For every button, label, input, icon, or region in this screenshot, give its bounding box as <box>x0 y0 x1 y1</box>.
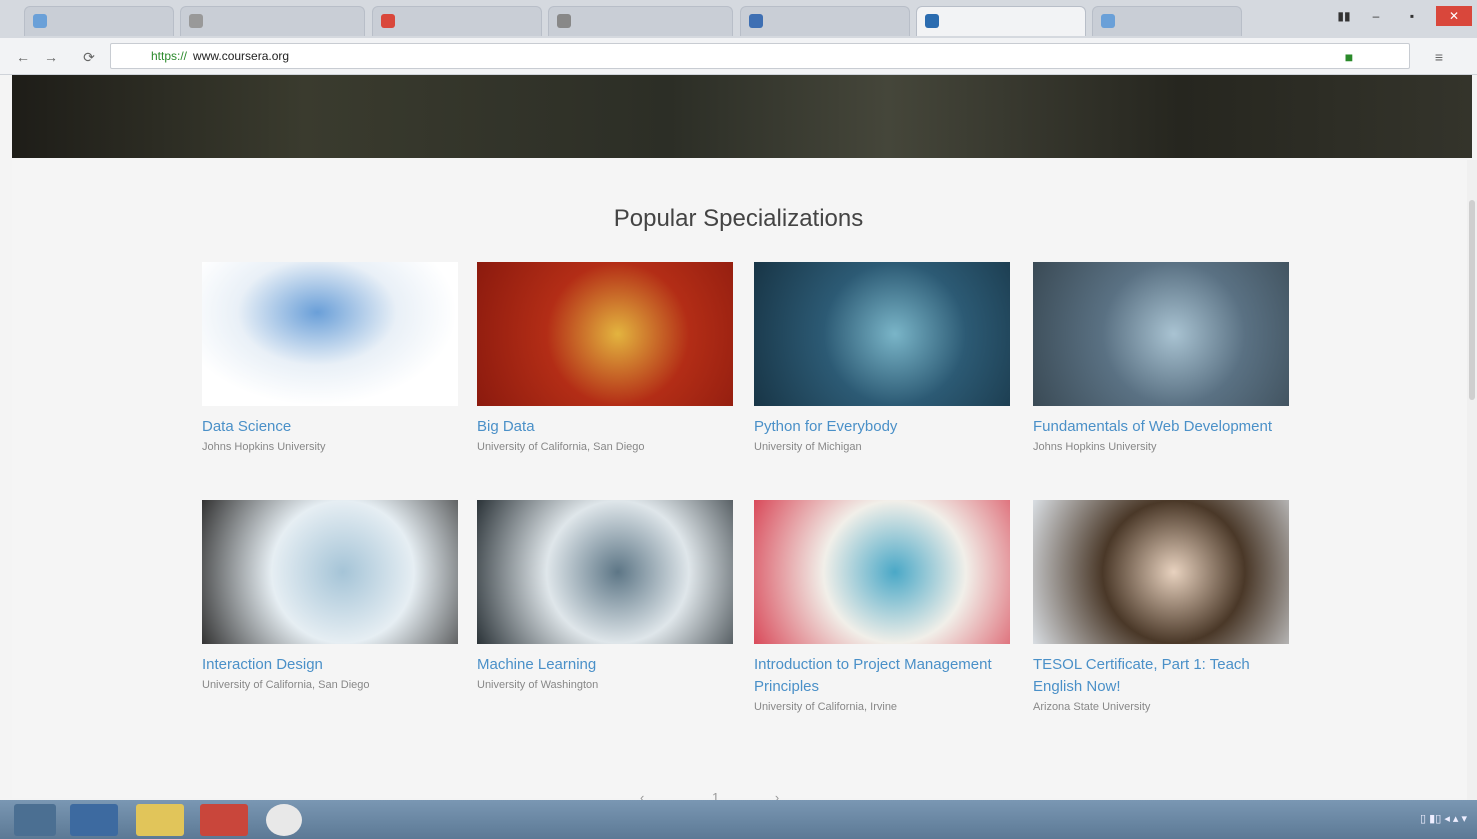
chrome-icon[interactable] <box>266 804 302 836</box>
favicon-icon <box>557 14 571 28</box>
card-image[interactable] <box>477 262 733 406</box>
card-title[interactable]: Big Data <box>477 416 733 438</box>
taskbar-app[interactable] <box>70 804 118 836</box>
card-title[interactable]: Data Science <box>202 416 458 438</box>
card-image[interactable] <box>477 500 733 644</box>
browser-tab[interactable] <box>740 6 910 36</box>
card-title[interactable]: TESOL Certificate, Part 1: Teach English… <box>1033 654 1289 698</box>
url-scheme: https:// <box>151 49 188 63</box>
browser-tab[interactable] <box>1092 6 1242 36</box>
system-tray[interactable]: ▯ ▮▯ ◂ ▴ ▾ <box>1420 812 1467 825</box>
card-subtitle: University of California, San Diego <box>202 679 370 691</box>
card-image[interactable] <box>202 262 458 406</box>
specialization-card[interactable]: Machine Learning University of Washington <box>477 500 733 691</box>
browser-tab[interactable] <box>548 6 733 36</box>
card-subtitle: Arizona State University <box>1033 701 1151 713</box>
card-image[interactable] <box>1033 500 1289 644</box>
user-icon[interactable]: ▮▮ <box>1330 6 1358 26</box>
favicon-icon <box>189 14 203 28</box>
card-image[interactable] <box>754 262 1010 406</box>
specialization-card[interactable]: Fundamentals of Web Development Johns Hop… <box>1033 262 1289 453</box>
breadcrumb <box>12 105 1472 120</box>
specialization-card[interactable]: Data Science Johns Hopkins University <box>202 262 458 453</box>
card-subtitle: University of California, San Diego <box>477 441 645 453</box>
taskbar-app[interactable] <box>200 804 248 836</box>
menu-icon[interactable]: ≡ <box>1430 48 1448 66</box>
reload-icon[interactable]: ⟳ <box>80 48 98 66</box>
card-subtitle: University of Washington <box>477 679 599 691</box>
card-subtitle: University of California, Irvine <box>754 701 898 713</box>
card-subtitle: Johns Hopkins University <box>202 441 326 453</box>
specialization-card[interactable]: Big Data University of California, San Di… <box>477 262 733 453</box>
new-tab-button[interactable] <box>1248 6 1308 36</box>
card-subtitle: University of Michigan <box>754 441 862 453</box>
maximize-icon[interactable]: ▪ <box>1398 6 1426 26</box>
url-host: www.coursera.org <box>193 49 290 63</box>
card-subtitle: Johns Hopkins University <box>1033 441 1157 453</box>
browser-toolbar: ← → ⟳ https:// www.coursera.org ■ ≡ <box>0 38 1477 75</box>
specialization-card[interactable]: Interaction Design University of Californ… <box>202 500 458 691</box>
favicon-icon <box>925 14 939 28</box>
favicon-icon <box>1101 14 1115 28</box>
browser-tab[interactable] <box>24 6 174 36</box>
specialization-card[interactable]: TESOL Certificate, Part 1: Teach English… <box>1033 500 1289 713</box>
favicon-icon <box>381 14 395 28</box>
scrollbar[interactable] <box>1467 160 1477 800</box>
address-bar[interactable]: https:// www.coursera.org <box>110 43 1410 69</box>
extension-icon[interactable]: ■ <box>1340 48 1358 66</box>
hero-banner <box>12 75 1472 158</box>
browser-tab[interactable] <box>180 6 365 36</box>
browser-tab-strip: ▮▮ – ▪ ✕ <box>0 0 1477 38</box>
scrollbar-thumb[interactable] <box>1469 200 1475 400</box>
minimize-icon[interactable]: – <box>1362 6 1390 26</box>
favicon-icon <box>33 14 47 28</box>
forward-icon[interactable]: → <box>42 48 60 66</box>
card-image[interactable] <box>754 500 1010 644</box>
favicon-icon <box>749 14 763 28</box>
card-title[interactable]: Interaction Design <box>202 654 458 676</box>
taskbar: ▯ ▮▯ ◂ ▴ ▾ <box>0 800 1477 839</box>
taskbar-app[interactable] <box>136 804 184 836</box>
card-title[interactable]: Fundamentals of Web Development <box>1033 416 1289 438</box>
specialization-card[interactable]: Introduction to Project Management Princ… <box>754 500 1010 713</box>
card-title[interactable]: Introduction to Project Management Princ… <box>754 654 1010 698</box>
section-title: Popular Specializations <box>613 205 864 232</box>
card-title[interactable]: Python for Everybody <box>754 416 1010 438</box>
browser-tab[interactable] <box>372 6 542 36</box>
back-icon[interactable]: ← <box>14 48 32 66</box>
browser-tab-active[interactable] <box>916 6 1086 36</box>
close-icon[interactable]: ✕ <box>1436 6 1472 26</box>
specialization-card[interactable]: Python for Everybody University of Michig… <box>754 262 1010 453</box>
start-button[interactable] <box>14 804 56 836</box>
card-image[interactable] <box>202 500 458 644</box>
card-image[interactable] <box>1033 262 1289 406</box>
card-title[interactable]: Machine Learning <box>477 654 733 676</box>
